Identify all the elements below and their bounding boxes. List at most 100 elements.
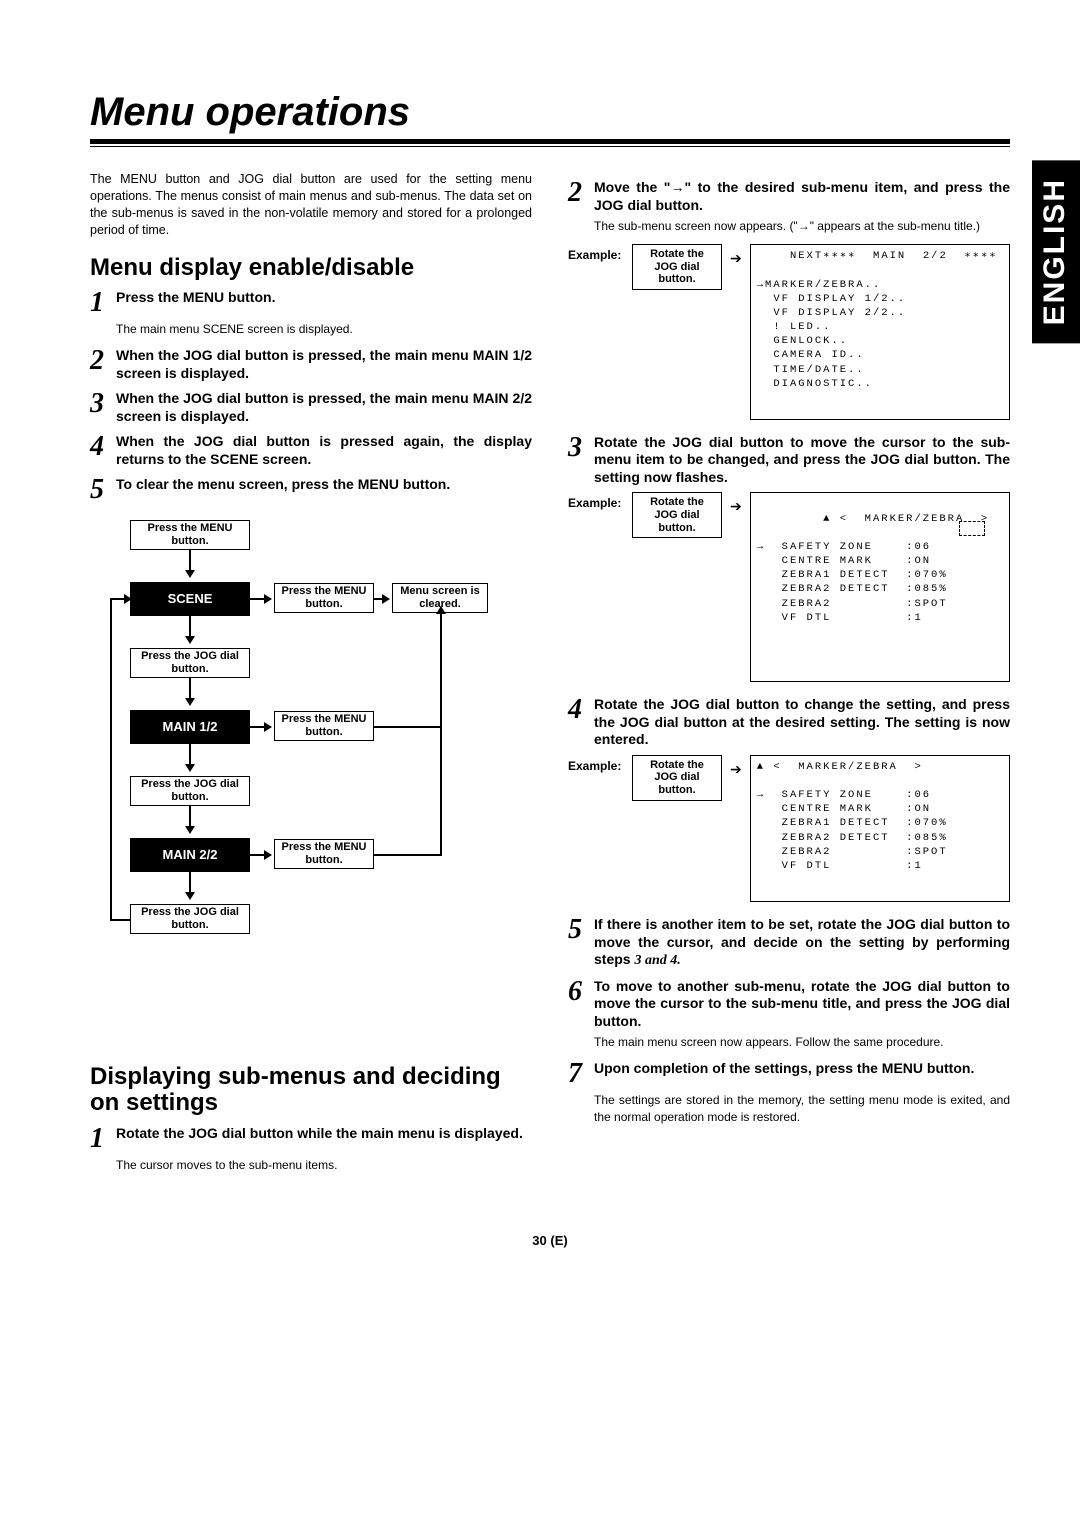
example-row-b: Example: Rotate the JOG dial button. ➔ ▲… — [568, 492, 1010, 682]
step-a3: 3 When the JOG dial button is pressed, t… — [90, 390, 532, 425]
arrow-down-icon — [185, 636, 195, 644]
example-label: Example: — [568, 244, 624, 262]
step-b5-em: 3 and 4. — [634, 953, 680, 968]
flow-node-main12: MAIN 1/2 — [130, 710, 250, 744]
step-number-icon: 2 — [568, 179, 594, 214]
step-b1-note: The cursor moves to the sub-menu items. — [116, 1157, 532, 1173]
step-b3: 3 Rotate the JOG dial button to move the… — [568, 434, 1010, 487]
example-action-box: Rotate the JOG dial button. — [632, 755, 722, 801]
arrow-right-icon — [264, 594, 272, 604]
flow-label-press-jog-1: Press the JOG dial button. — [130, 648, 250, 678]
flow-arrow — [189, 678, 191, 700]
arrow-down-icon — [185, 892, 195, 900]
section-a-heading: Menu display enable/disable — [90, 255, 532, 281]
step-number-icon: 3 — [568, 434, 594, 487]
step-b1-text: Rotate the JOG dial button while the mai… — [116, 1125, 532, 1153]
flow-arrow — [374, 854, 440, 856]
step-a4: 4 When the JOG dial button is pressed ag… — [90, 433, 532, 468]
flow-label-press-menu-main22: Press the MENU button. — [274, 839, 374, 869]
step-a1: 1 Press the MENU button. — [90, 289, 532, 317]
step-b7: 7 Upon completion of the settings, press… — [568, 1060, 1010, 1088]
screen-marker-zebra-flash: ▲ < MARKER/ZEBRA > → SAFETY ZONE :06 CEN… — [750, 492, 1010, 682]
left-column: The MENU button and JOG dial button are … — [90, 171, 532, 1183]
example-row-c: Example: Rotate the JOG dial button. ➔ ▲… — [568, 755, 1010, 902]
step-a5: 5 To clear the menu screen, press the ME… — [90, 476, 532, 504]
flow-node-scene: SCENE — [130, 582, 250, 616]
flow-arrow — [189, 744, 191, 766]
step-b3-text: Rotate the JOG dial button to move the c… — [594, 434, 1010, 487]
step-number-icon: 4 — [568, 696, 594, 749]
language-tab: ENGLISH — [1032, 160, 1080, 343]
step-b4: 4 Rotate the JOG dial button to change t… — [568, 696, 1010, 749]
arrow-right-icon: ➔ — [730, 755, 742, 778]
step-b2: 2 Move the "→" to the desired sub-menu i… — [568, 179, 1010, 214]
flow-diagram: Press the MENU button. SCENE Press the M… — [90, 520, 532, 1040]
flow-arrow — [189, 616, 191, 638]
flow-label-press-jog-3: Press the JOG dial button. — [130, 904, 250, 934]
step-number-icon: 2 — [90, 347, 116, 382]
step-a2: 2 When the JOG dial button is pressed, t… — [90, 347, 532, 382]
flow-label-press-menu-main12: Press the MENU button. — [274, 711, 374, 741]
arrow-right-icon — [264, 850, 272, 860]
example-action-box: Rotate the JOG dial button. — [632, 492, 722, 538]
flow-arrow — [189, 872, 191, 894]
flow-label-press-menu-top: Press the MENU button. — [130, 520, 250, 550]
arrow-right-icon — [264, 722, 272, 732]
right-column: 2 Move the "→" to the desired sub-menu i… — [568, 171, 1010, 1183]
page-number: 30 (E) — [90, 1233, 1010, 1248]
flow-arrow — [189, 550, 191, 572]
flow-arrow — [189, 806, 191, 828]
step-a5-text: To clear the menu screen, press the MENU… — [116, 476, 532, 504]
step-number-icon: 5 — [568, 916, 594, 970]
flow-label-press-menu-scene: Press the MENU button. — [274, 583, 374, 613]
flow-arrow — [374, 726, 440, 728]
flow-arrow — [110, 599, 112, 919]
example-action-box: Rotate the JOG dial button. — [632, 244, 722, 290]
step-a1-text: Press the MENU button. — [116, 289, 532, 317]
arrow-right-icon: ➔ — [730, 492, 742, 515]
step-b6-note: The main menu screen now appears. Follow… — [594, 1034, 1010, 1050]
step-b5: 5 If there is another item to be set, ro… — [568, 916, 1010, 970]
arrow-down-icon — [185, 698, 195, 706]
step-number-icon: 1 — [90, 1125, 116, 1153]
arrow-up-icon — [436, 606, 446, 614]
step-b7-text: Upon completion of the settings, press t… — [594, 1060, 1010, 1088]
step-number-icon: 7 — [568, 1060, 594, 1088]
example-label: Example: — [568, 755, 624, 773]
screen-text: ▲ < MARKER/ZEBRA > → SAFETY ZONE :06 CEN… — [757, 513, 989, 624]
arrow-right-icon: ➔ — [730, 244, 742, 267]
flow-node-main22: MAIN 2/2 — [130, 838, 250, 872]
section-b-heading: Displaying sub-menus and deciding on set… — [90, 1064, 532, 1117]
flow-label-press-jog-2: Press the JOG dial button. — [130, 776, 250, 806]
step-number-icon: 1 — [90, 289, 116, 317]
flashing-value-indicator — [959, 521, 985, 536]
step-b2-note: The sub-menu screen now appears. ("→" ap… — [594, 218, 1010, 234]
step-a4-text: When the JOG dial button is pressed agai… — [116, 433, 532, 468]
page-title: Menu operations — [90, 90, 1010, 144]
step-b1: 1 Rotate the JOG dial button while the m… — [90, 1125, 532, 1153]
step-number-icon: 6 — [568, 978, 594, 1031]
screen-marker-zebra-set: ▲ < MARKER/ZEBRA > → SAFETY ZONE :06 CEN… — [750, 755, 1010, 902]
step-b4-text: Rotate the JOG dial button to change the… — [594, 696, 1010, 749]
example-label: Example: — [568, 492, 624, 510]
step-a3-text: When the JOG dial button is pressed, the… — [116, 390, 532, 425]
step-b7-note: The settings are stored in the memory, t… — [594, 1092, 1010, 1124]
flow-arrow — [110, 919, 130, 921]
title-underline — [90, 146, 1010, 147]
step-b2-text: Move the "→" to the desired sub-menu ite… — [594, 179, 1010, 214]
step-b6-text: To move to another sub-menu, rotate the … — [594, 978, 1010, 1031]
arrow-down-icon — [185, 826, 195, 834]
step-number-icon: 5 — [90, 476, 116, 504]
arrow-right-icon — [382, 594, 390, 604]
intro-paragraph: The MENU button and JOG dial button are … — [90, 171, 532, 239]
step-a1-note: The main menu SCENE screen is displayed. — [116, 321, 532, 337]
arrow-down-icon — [185, 764, 195, 772]
arrow-right-icon — [124, 594, 132, 604]
arrow-down-icon — [185, 570, 195, 578]
step-number-icon: 3 — [90, 390, 116, 425]
step-number-icon: 4 — [90, 433, 116, 468]
step-b5-text: If there is another item to be set, rota… — [594, 916, 1010, 970]
screen-main22: NEXT∗∗∗∗ MAIN 2/2 ∗∗∗∗ →MARKER/ZEBRA.. V… — [750, 244, 1010, 420]
flow-arrow — [440, 613, 442, 856]
example-row-a: Example: Rotate the JOG dial button. ➔ N… — [568, 244, 1010, 420]
